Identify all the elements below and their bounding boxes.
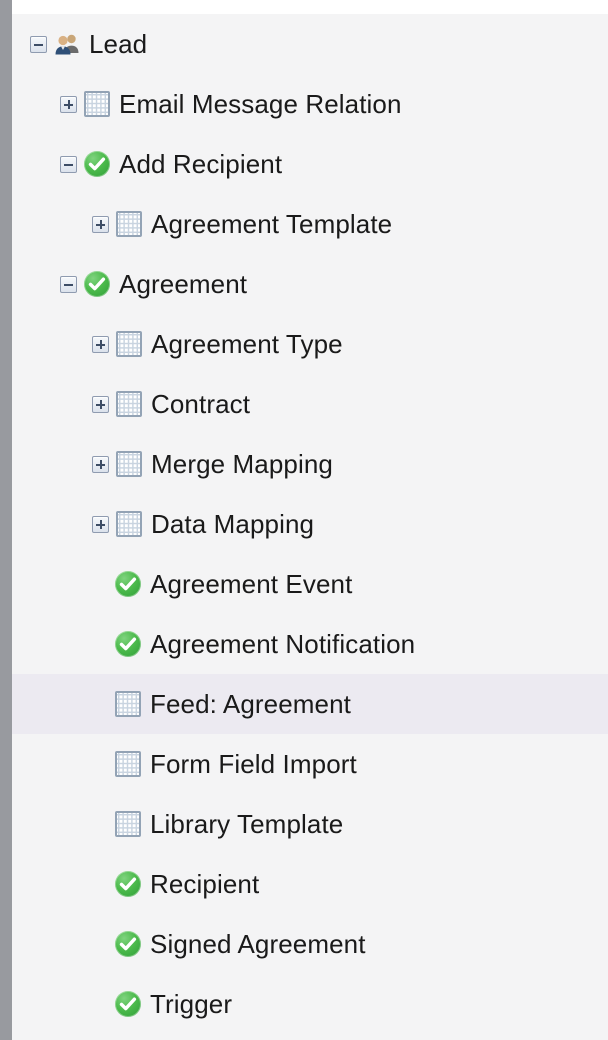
tree-node-label: Agreement Type bbox=[151, 329, 343, 359]
green-check-icon bbox=[115, 871, 141, 897]
tree-panel: Lead Email Message Relation Add Recipient A… bbox=[12, 14, 608, 1040]
tree-node-label: Merge Mapping bbox=[151, 449, 333, 479]
expand-plus-icon[interactable] bbox=[92, 335, 109, 353]
green-check-icon bbox=[84, 271, 110, 297]
collapse-minus-icon[interactable] bbox=[30, 35, 47, 53]
tree-node-label: Form Field Import bbox=[150, 749, 357, 779]
tree-node-label: Agreement Template bbox=[151, 209, 393, 239]
tree-node-row[interactable]: Library Template bbox=[12, 794, 608, 854]
grid-icon bbox=[115, 691, 141, 717]
tree-node-label: Feed: Agreement bbox=[150, 689, 351, 719]
tree-node-label: Agreement bbox=[119, 269, 248, 299]
tree-node-row[interactable]: Data Mapping bbox=[12, 494, 608, 554]
tree-node-row[interactable]: Form Field Import bbox=[12, 734, 608, 794]
vertical-scrollbar[interactable] bbox=[0, 0, 12, 1040]
tree-node-label: Data Mapping bbox=[151, 509, 315, 539]
tree-node-label: Recipient bbox=[150, 869, 260, 899]
tree-node-row[interactable]: Trigger bbox=[12, 974, 608, 1034]
green-check-icon bbox=[115, 991, 141, 1017]
grid-icon bbox=[116, 451, 142, 477]
people-icon bbox=[54, 31, 80, 57]
tree-node-row[interactable]: Agreement bbox=[12, 254, 608, 314]
tree-node-label: Trigger bbox=[150, 989, 233, 1019]
expand-plus-icon[interactable] bbox=[92, 395, 109, 413]
grid-icon bbox=[116, 211, 142, 237]
tree-node-row[interactable]: Email Message Relation bbox=[12, 74, 608, 134]
tree-node-row[interactable]: Contract bbox=[12, 374, 608, 434]
collapse-minus-icon[interactable] bbox=[60, 275, 77, 293]
tree-node-row[interactable]: Agreement Template bbox=[12, 194, 608, 254]
tree-node-row[interactable]: Feed: Agreement bbox=[12, 674, 608, 734]
expand-plus-icon[interactable] bbox=[92, 455, 109, 473]
tree-node-label: Agreement Notification bbox=[150, 629, 416, 659]
tree-node-row[interactable]: Lead bbox=[12, 14, 608, 74]
tree-list: Lead Email Message Relation Add Recipient A… bbox=[12, 14, 608, 1034]
expand-plus-icon[interactable] bbox=[92, 215, 109, 233]
expand-plus-icon[interactable] bbox=[60, 95, 77, 113]
grid-icon bbox=[116, 331, 142, 357]
grid-icon bbox=[84, 91, 110, 117]
grid-icon bbox=[115, 811, 141, 837]
green-check-icon bbox=[84, 151, 110, 177]
tree-node-label: Agreement Event bbox=[150, 569, 353, 599]
grid-icon bbox=[115, 751, 141, 777]
tree-node-row[interactable]: Agreement Notification bbox=[12, 614, 608, 674]
grid-icon bbox=[116, 391, 142, 417]
tree-node-label: Library Template bbox=[150, 809, 344, 839]
tree-node-label: Contract bbox=[151, 389, 251, 419]
tree-node-row[interactable]: Add Recipient bbox=[12, 134, 608, 194]
tree-node-label: Lead bbox=[89, 29, 148, 59]
tree-node-label: Add Recipient bbox=[119, 149, 283, 179]
green-check-icon bbox=[115, 631, 141, 657]
green-check-icon bbox=[115, 931, 141, 957]
collapse-minus-icon[interactable] bbox=[60, 155, 77, 173]
green-check-icon bbox=[115, 571, 141, 597]
tree-node-row[interactable]: Merge Mapping bbox=[12, 434, 608, 494]
tree-node-row[interactable]: Agreement Event bbox=[12, 554, 608, 614]
tree-node-label: Signed Agreement bbox=[150, 929, 366, 959]
grid-icon bbox=[116, 511, 142, 537]
tree-node-row[interactable]: Signed Agreement bbox=[12, 914, 608, 974]
tree-node-row[interactable]: Recipient bbox=[12, 854, 608, 914]
tree-node-label: Email Message Relation bbox=[119, 89, 402, 119]
tree-node-row[interactable]: Agreement Type bbox=[12, 314, 608, 374]
object-tree-app: Lead Email Message Relation Add Recipient A… bbox=[0, 0, 608, 1040]
expand-plus-icon[interactable] bbox=[92, 515, 109, 533]
